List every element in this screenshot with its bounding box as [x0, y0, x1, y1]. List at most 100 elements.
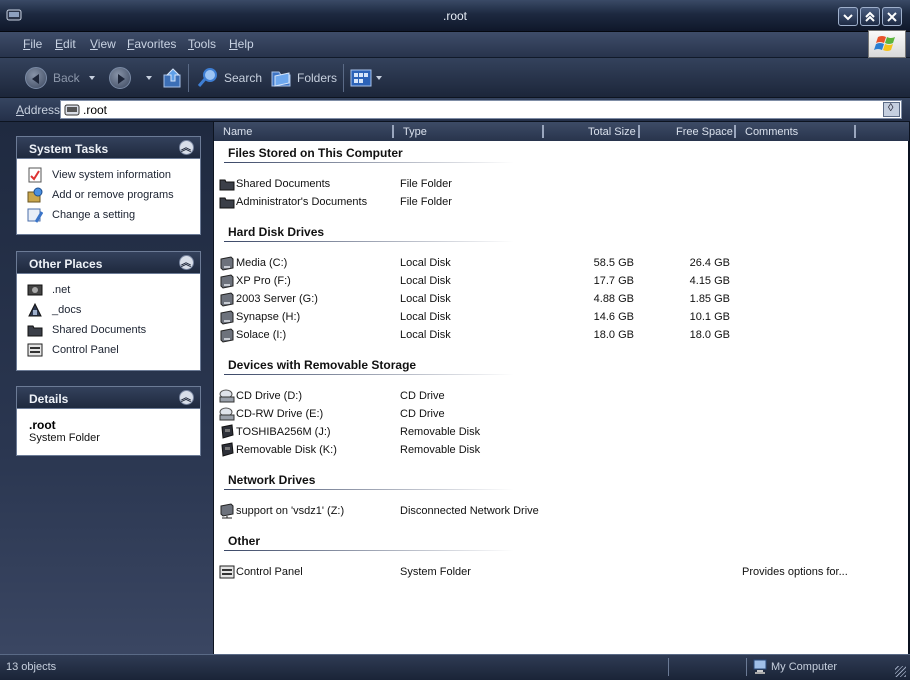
toolbar: Back Search Folders [0, 58, 910, 98]
minimize-button[interactable] [838, 7, 858, 26]
list-item[interactable]: Control Panel System Folder Provides optio… [214, 563, 909, 581]
address-dropdown-button[interactable] [883, 102, 900, 117]
column-divider[interactable] [542, 125, 544, 138]
control-panel-icon [27, 343, 43, 357]
chevron-down-icon [89, 76, 95, 80]
list-item[interactable]: Synapse (H:) Local Disk 14.6 GB 10.1 GB [214, 308, 909, 326]
title-bar[interactable]: .root [0, 0, 910, 32]
hard-disk-icon [220, 310, 234, 325]
menu-edit[interactable]: Edit [55, 37, 76, 51]
list-item[interactable]: Shared Documents File Folder [214, 175, 909, 193]
menu-favorites[interactable]: Favorites [127, 37, 176, 51]
item-name: Synapse (H:) [236, 311, 301, 323]
views-button[interactable] [350, 66, 382, 90]
place-shared-documents-link[interactable]: Shared Documents [27, 320, 200, 340]
list-item[interactable]: support on 'vsdz1' (Z:) Disconnected Netw… [214, 502, 909, 520]
toolbar-separator [343, 64, 344, 92]
search-button[interactable]: Search [196, 66, 262, 90]
list-item[interactable]: Removable Disk (K:) Removable Disk [214, 441, 909, 459]
folders-button[interactable]: Folders [269, 66, 337, 90]
list-item[interactable]: CD-RW Drive (E:) CD Drive [214, 405, 909, 423]
group-divider [224, 241, 514, 242]
column-total-size[interactable]: Total Size [588, 126, 636, 138]
details-name: .root [29, 418, 56, 432]
item-type: Local Disk [400, 311, 451, 323]
menu-tools[interactable]: Tools [188, 37, 216, 51]
item-name: CD Drive (D:) [236, 390, 302, 402]
item-name: TOSHIBA256M (J:) [236, 426, 331, 438]
column-type[interactable]: Type [403, 126, 427, 138]
list-item[interactable]: Administrator's Documents File Folder [214, 193, 909, 211]
maximize-icon [865, 11, 875, 22]
group-header: Files Stored on This Computer [228, 146, 403, 160]
network-drive-icon [220, 503, 234, 519]
add-remove-programs-link[interactable]: Add or remove programs [27, 185, 200, 205]
collapse-icon[interactable] [179, 389, 194, 405]
item-name: Removable Disk (K:) [236, 444, 337, 456]
collapse-icon[interactable] [179, 139, 194, 155]
item-comment: Provides options for... [742, 566, 848, 578]
column-comments[interactable]: Comments [745, 126, 798, 138]
hard-disk-icon [220, 256, 234, 271]
system-tasks-header[interactable]: System Tasks [16, 136, 201, 158]
forward-button[interactable] [109, 66, 131, 90]
item-type: Local Disk [400, 329, 451, 341]
hard-disk-icon [220, 274, 234, 289]
place-label: _docs [52, 304, 82, 316]
chevron-down-icon [146, 76, 152, 80]
list-item[interactable]: 2003 Server (G:) Local Disk 4.88 GB 1.85 GB [214, 290, 909, 308]
column-name[interactable]: Name [223, 126, 252, 138]
forward-dropdown[interactable] [146, 66, 152, 90]
chevron-down-icon [376, 76, 382, 80]
address-bar: Address .root [0, 98, 910, 122]
place-docs-link[interactable]: _docs [27, 300, 200, 320]
list-item[interactable]: Solace (I:) Local Disk 18.0 GB 18.0 GB [214, 326, 909, 344]
details-header[interactable]: Details [16, 386, 201, 408]
item-total-size: 14.6 GB [593, 311, 634, 323]
collapse-icon[interactable] [179, 254, 194, 270]
maximize-button[interactable] [860, 7, 880, 26]
list-item[interactable]: CD Drive (D:) CD Drive [214, 387, 909, 405]
view-system-info-link[interactable]: View system information [27, 165, 200, 185]
column-divider[interactable] [734, 125, 736, 138]
item-type: File Folder [400, 178, 452, 190]
item-type: Local Disk [400, 257, 451, 269]
column-divider[interactable] [638, 125, 640, 138]
close-button[interactable] [882, 7, 902, 26]
menu-bar: File Edit View Favorites Tools Help [0, 32, 910, 58]
place-control-panel-link[interactable]: Control Panel [27, 340, 200, 360]
item-total-size: 4.88 GB [593, 293, 634, 305]
docs-folder-icon [28, 302, 42, 317]
task-label: View system information [52, 169, 172, 181]
details-title: Details [29, 392, 69, 406]
menu-file[interactable]: File [23, 37, 42, 51]
group-divider [224, 489, 514, 490]
menu-view[interactable]: View [90, 37, 116, 51]
column-free-space[interactable]: Free Space [676, 126, 733, 138]
column-divider[interactable] [392, 125, 394, 138]
list-item[interactable]: TOSHIBA256M (J:) Removable Disk [214, 423, 909, 441]
back-dropdown[interactable] [89, 66, 95, 90]
group-divider [224, 550, 514, 551]
change-setting-link[interactable]: Change a setting [27, 205, 200, 225]
group-header: Hard Disk Drives [228, 225, 325, 239]
back-button[interactable]: Back [25, 66, 80, 90]
item-free-space: 10.1 GB [689, 311, 730, 323]
status-divider [668, 658, 669, 676]
item-free-space: 1.85 GB [689, 293, 730, 305]
up-folder-button[interactable] [162, 66, 184, 90]
menu-help[interactable]: Help [229, 37, 254, 51]
place-net-link[interactable]: .net [27, 280, 200, 300]
list-item[interactable]: Media (C:) Local Disk 58.5 GB 26.4 GB [214, 254, 909, 272]
other-places-header[interactable]: Other Places [16, 251, 201, 273]
list-item[interactable]: XP Pro (F:) Local Disk 17.7 GB 4.15 GB [214, 272, 909, 290]
column-divider[interactable] [854, 125, 856, 138]
status-bar: 13 objects My Computer [0, 654, 910, 680]
task-label: Change a setting [52, 209, 136, 221]
folder-icon [219, 179, 235, 191]
address-input[interactable]: .root [60, 100, 902, 119]
file-list[interactable]: Name Type Total Size Free Space Comments… [213, 122, 909, 654]
up-folder-icon [163, 68, 181, 88]
item-total-size: 17.7 GB [593, 275, 634, 287]
resize-grip[interactable] [895, 666, 906, 677]
